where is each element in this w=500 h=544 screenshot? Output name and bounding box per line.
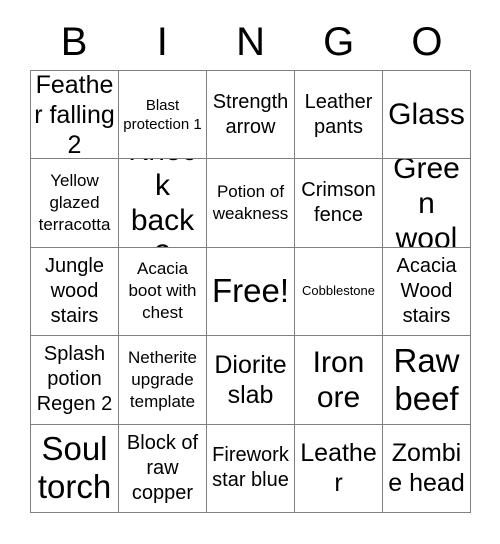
bingo-cell[interactable]: Soul torch	[31, 424, 119, 513]
bingo-header: B I N G O	[30, 14, 471, 70]
bingo-cell-label: Cobblestone	[302, 283, 375, 299]
bingo-cell[interactable]: Iron ore	[295, 336, 383, 425]
bingo-cell[interactable]: Feather falling 2	[31, 71, 119, 160]
bingo-cell[interactable]: Green wool	[383, 159, 471, 248]
bingo-cell-label: Soul torch	[37, 430, 112, 506]
bingo-cell-label: Block of raw copper	[126, 431, 199, 504]
bingo-cell-label: Acacia Wood stairs	[396, 254, 457, 327]
bingo-cell[interactable]: Splash potion Regen 2	[31, 336, 119, 425]
bingo-cell-label: Knock back 2	[128, 159, 196, 246]
bingo-cell-label: Jungle wood stairs	[45, 254, 104, 327]
bingo-cell-label: Leather pants	[304, 90, 373, 138]
bingo-cell[interactable]: Raw beef	[383, 336, 471, 425]
bingo-cell-label: Free!	[211, 272, 290, 310]
bingo-cell-label: Raw beef	[393, 341, 460, 417]
bingo-cell-label: Zombie head	[388, 439, 465, 498]
bingo-cell[interactable]: Strength arrow	[207, 71, 295, 160]
bingo-cell-label: Netherite upgrade template	[128, 347, 197, 411]
bingo-cell-label: Feather falling 2	[34, 71, 115, 159]
bingo-cell-label: Strength arrow	[212, 90, 289, 138]
bingo-cell-label: Acacia boot with chest	[128, 259, 197, 323]
bingo-cell[interactable]: Diorite slab	[207, 336, 295, 425]
bingo-cell[interactable]: Firework star blue	[207, 424, 295, 513]
bingo-cell[interactable]: Netherite upgrade template	[119, 336, 207, 425]
bingo-cell[interactable]: Zombie head	[383, 424, 471, 513]
header-letter-i: I	[156, 20, 168, 64]
bingo-cell[interactable]: Leather pants	[295, 71, 383, 160]
bingo-cell[interactable]: Block of raw copper	[119, 424, 207, 513]
bingo-cell-label: Firework star blue	[212, 444, 289, 492]
bingo-cell[interactable]: Acacia boot with chest	[119, 247, 207, 337]
bingo-cell-label: Blast protection 1	[123, 96, 202, 133]
bingo-cell[interactable]: Acacia Wood stairs	[383, 247, 471, 337]
bingo-cell[interactable]: Knock back 2	[119, 159, 207, 248]
bingo-cell-label: Leather	[300, 439, 377, 498]
bingo-cell[interactable]: Cobblestone	[295, 247, 383, 337]
bingo-cell-label: Potion of weakness	[212, 182, 289, 224]
bingo-cell-label: Green wool	[393, 159, 460, 248]
bingo-cell[interactable]: Jungle wood stairs	[31, 247, 119, 337]
bingo-cell-label: Yellow glazed terracotta	[38, 171, 111, 235]
bingo-cell-label: Splash potion Regen 2	[36, 343, 113, 416]
header-letter-n: N	[236, 20, 265, 64]
bingo-cell[interactable]: Glass	[383, 71, 471, 160]
bingo-cell[interactable]: Yellow glazed terracotta	[31, 159, 119, 248]
header-letter-o: O	[411, 20, 443, 64]
bingo-cell-label: Iron ore	[312, 345, 365, 414]
bingo-cell-label: Glass	[388, 98, 465, 132]
header-letter-g: G	[323, 20, 355, 64]
bingo-cell[interactable]: Potion of weakness	[207, 159, 295, 248]
bingo-cell-label: Diorite slab	[214, 350, 287, 409]
bingo-cell[interactable]: Crimson fence	[295, 159, 383, 248]
bingo-cell-label: Crimson fence	[301, 179, 376, 227]
header-letter-b: B	[60, 20, 88, 64]
bingo-cell[interactable]: Leather	[295, 424, 383, 513]
bingo-cell[interactable]: Blast protection 1	[119, 71, 207, 160]
bingo-card: B I N G O Feather falling 2 Blast protect…	[0, 0, 500, 544]
bingo-grid: Feather falling 2 Blast protection 1 Stren…	[30, 70, 471, 513]
bingo-cell[interactable]: Free!	[207, 247, 295, 337]
